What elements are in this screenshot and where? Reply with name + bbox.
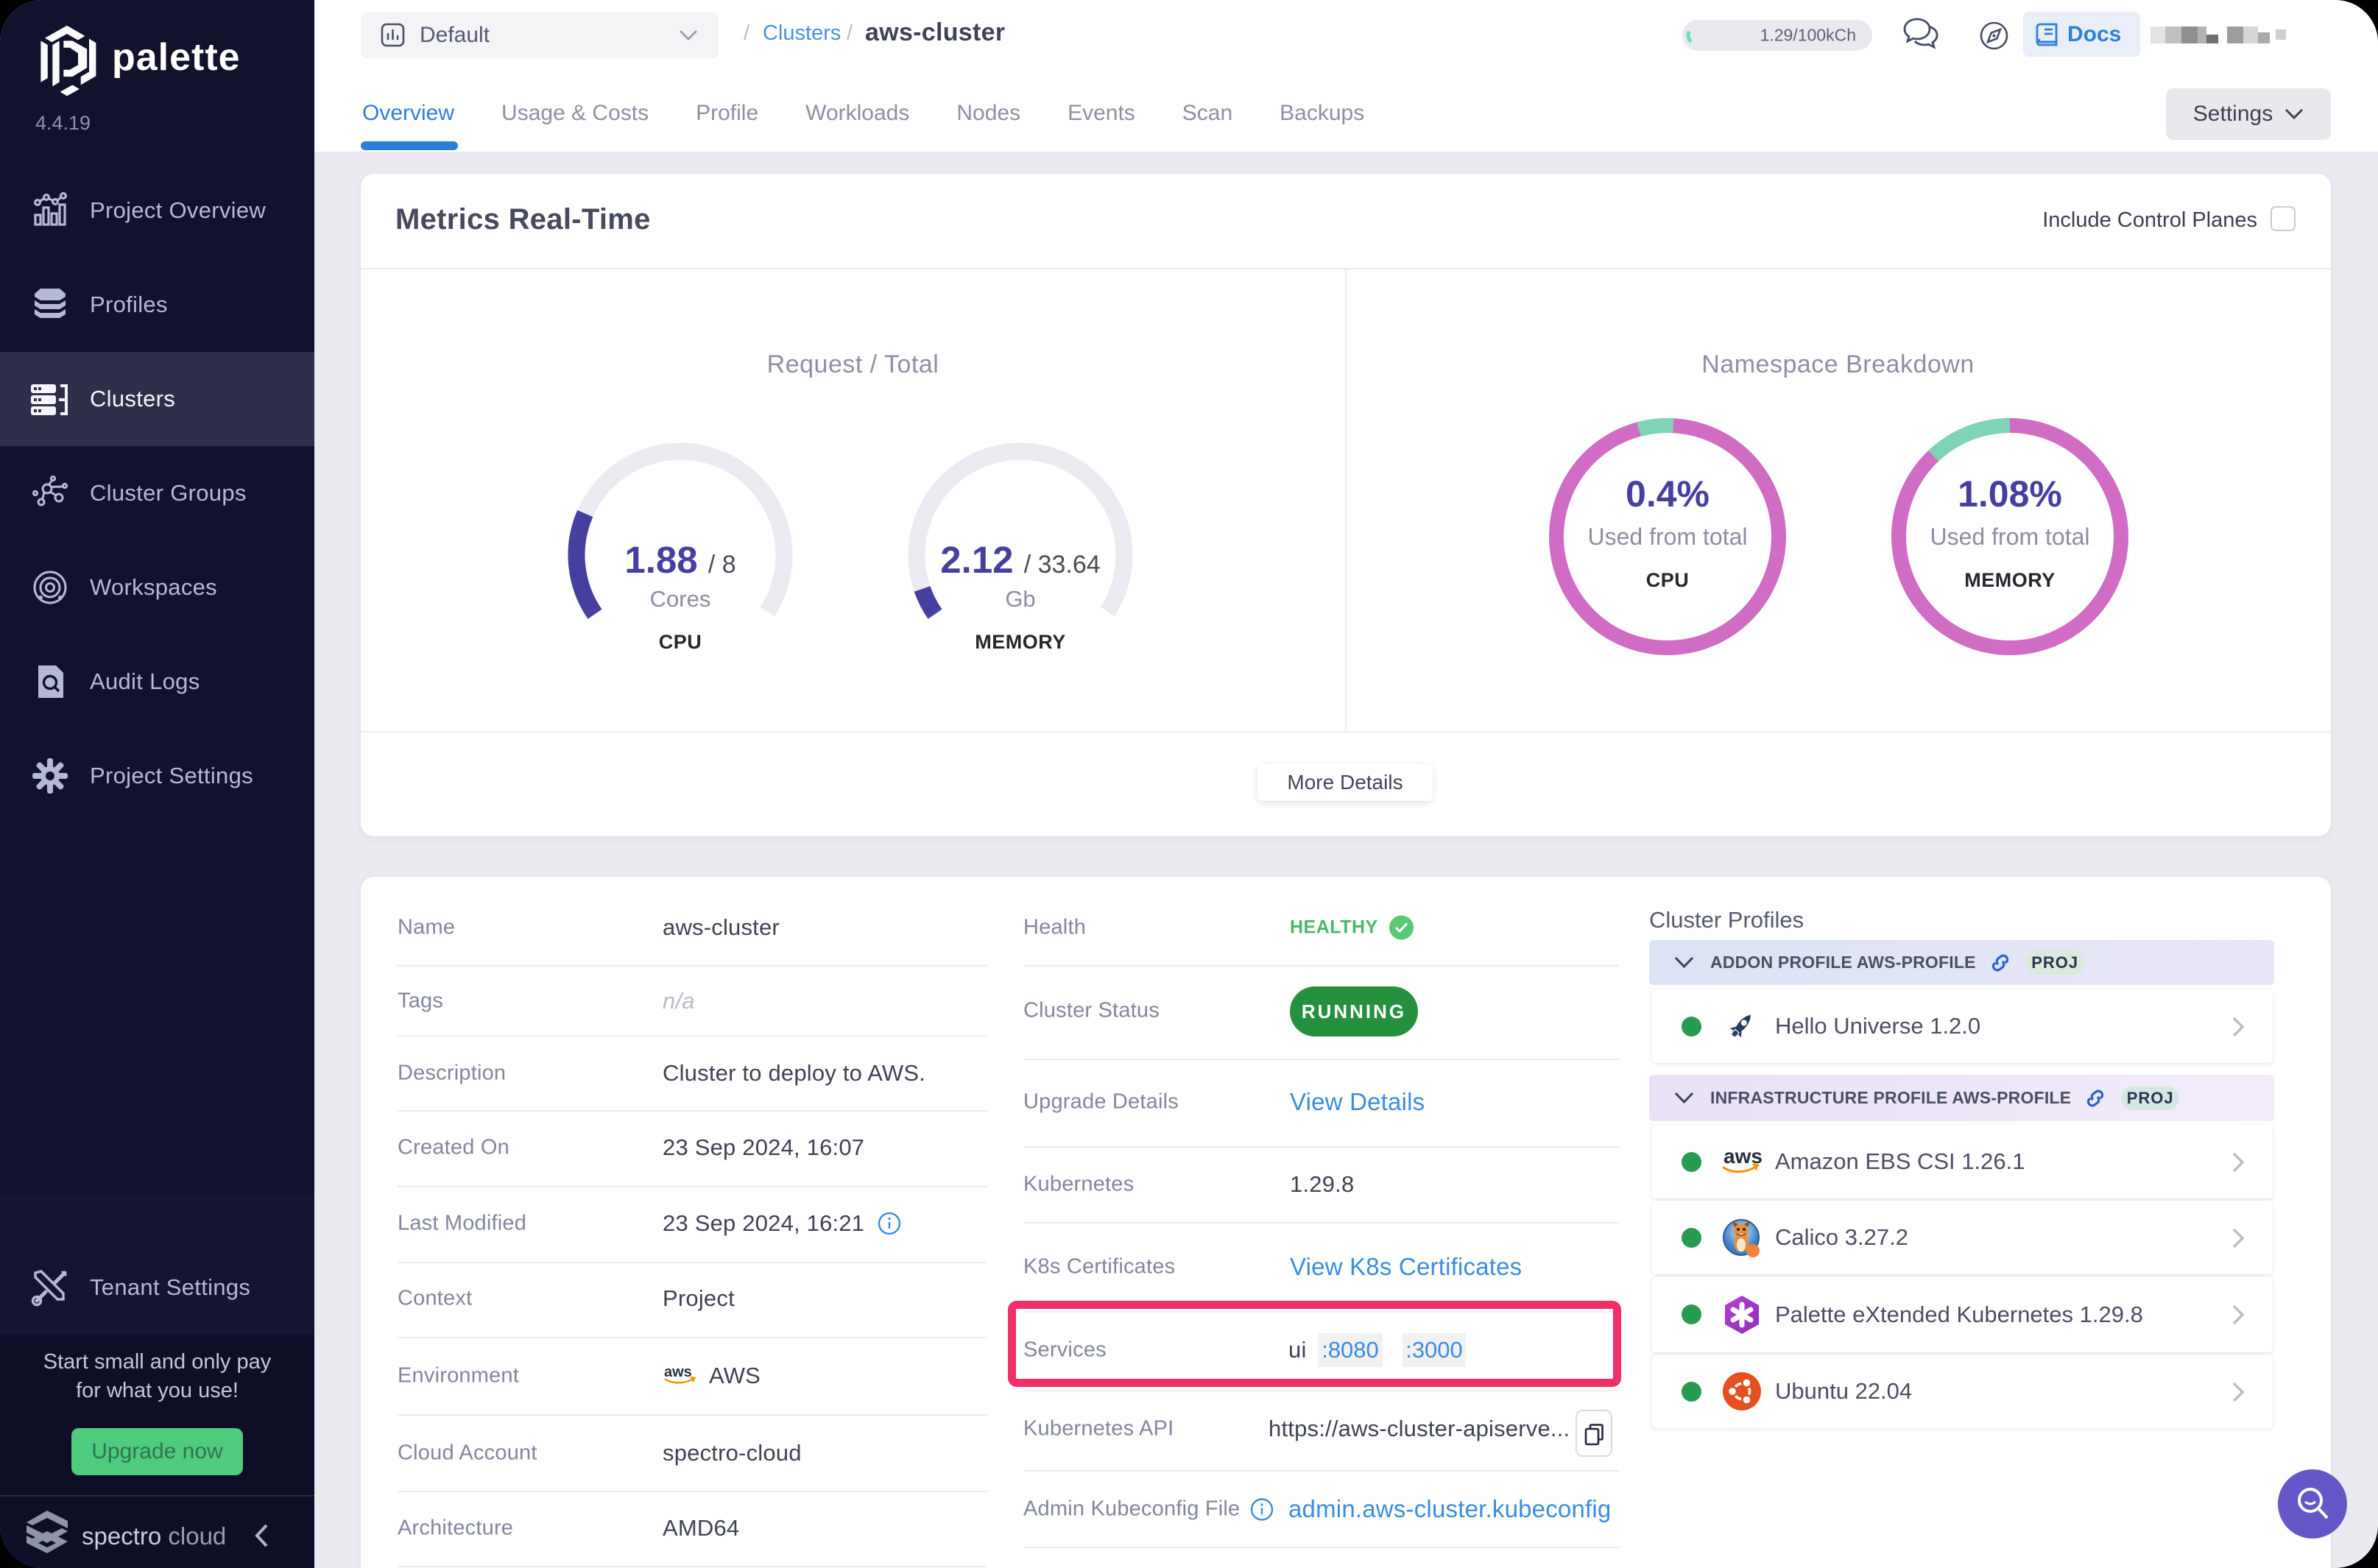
- svg-text:aws: aws: [664, 1364, 692, 1380]
